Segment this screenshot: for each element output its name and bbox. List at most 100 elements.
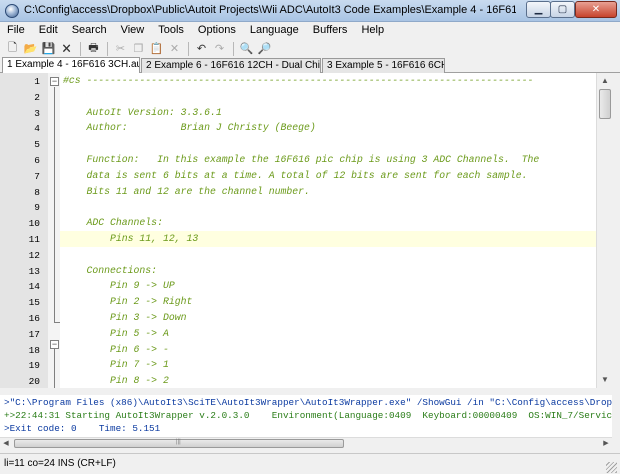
scroll-thumb[interactable] <box>599 89 611 119</box>
toolbar: 🗋 📂 💾 🗙 🖶 ✂ ❐ 📋 ✕ ↶ ↷ 🔍 🔎 <box>0 40 620 57</box>
print-icon[interactable]: 🖶 <box>85 41 102 57</box>
line-number: 16 <box>28 313 40 324</box>
menu-buffers[interactable]: Buffers <box>306 22 355 40</box>
menu-tools[interactable]: Tools <box>151 22 191 40</box>
maximize-icon: ▢ <box>557 4 568 15</box>
line-number: 10 <box>28 218 40 230</box>
code-line: 2 <box>0 90 612 106</box>
paste-icon[interactable]: 📋 <box>148 41 165 57</box>
toolbar-separator <box>233 41 234 56</box>
code-line: 4 Author: Brian J Christy (Beege) <box>0 121 612 137</box>
line-number: 5 <box>34 139 40 151</box>
line-number: 19 <box>28 360 40 372</box>
code-text: Pin 2 -> Right <box>63 296 193 308</box>
line-number: 1 <box>34 76 40 87</box>
menu-language[interactable]: Language <box>243 22 306 40</box>
menu-file[interactable]: File <box>0 22 32 40</box>
tab-example-6[interactable]: 2 Example 6 - 16F616 12CH - Dual Chips.a… <box>141 58 321 73</box>
toolbar-separator <box>188 41 189 56</box>
resize-grip-icon[interactable] <box>606 462 617 473</box>
code-line: 8 Bits 11 and 12 are the channel number. <box>0 185 612 201</box>
code-line: 1 #cs ----------------------------------… <box>0 74 612 90</box>
line-number: 17 <box>28 328 40 340</box>
menu-edit[interactable]: Edit <box>32 22 65 40</box>
line-number: 3 <box>34 107 40 119</box>
find-icon[interactable]: 🔍 <box>238 41 255 57</box>
copy-icon[interactable]: ❐ <box>130 41 147 57</box>
code-line: 9 <box>0 200 612 216</box>
undo-icon[interactable]: ↶ <box>193 41 210 57</box>
menu-help[interactable]: Help <box>354 22 391 40</box>
line-number: 18 <box>28 344 40 356</box>
scroll-right-icon[interactable]: ▶ <box>600 438 612 449</box>
tab-example-4[interactable]: 1 Example 4 - 16F616 3CH.au3 * <box>2 57 140 74</box>
code-text: data is sent 6 bits at a time. A total o… <box>63 169 528 181</box>
scroll-up-icon[interactable]: ▲ <box>597 73 613 89</box>
scroll-left-icon[interactable]: ◀ <box>0 438 12 449</box>
menu-search[interactable]: Search <box>65 22 114 40</box>
toolbar-separator <box>80 41 81 56</box>
save-icon[interactable]: 💾 <box>40 41 57 57</box>
title-bar[interactable]: C:\Config\access\Dropbox\Public\Autoit P… <box>0 0 620 22</box>
toolbar-separator <box>107 41 108 56</box>
status-bar: li=11 co=24 INS (CR+LF) <box>0 453 620 474</box>
code-line: 16 Pin 3 -> Down <box>0 311 612 327</box>
menu-view[interactable]: View <box>114 22 152 40</box>
redo-icon[interactable]: ↷ <box>211 41 228 57</box>
status-text: li=11 co=24 INS (CR+LF) <box>4 458 116 469</box>
code-line: 3 AutoIt Version: 3.3.6.1 <box>0 106 612 122</box>
code-text: ADC Channels: <box>63 217 163 229</box>
buffer-tabs: 1 Example 4 - 16F616 3CH.au3 * 2 Example… <box>0 57 620 74</box>
close-file-icon[interactable]: 🗙 <box>58 41 75 57</box>
maximize-button[interactable]: ▢ <box>550 1 575 18</box>
code-line: 7 data is sent 6 bits at a time. A total… <box>0 169 612 185</box>
code-text: Pin 5 -> A <box>63 327 169 339</box>
new-file-icon[interactable]: 🗋 <box>4 41 21 57</box>
output-splitter[interactable] <box>0 388 612 395</box>
line-number: 13 <box>28 265 40 277</box>
code-line: 12 <box>0 248 612 264</box>
line-number: 4 <box>34 123 40 135</box>
code-line: 6 Function: In this example the 16F616 p… <box>0 153 612 169</box>
code-line: 20 Pin 8 -> 2 <box>0 374 612 388</box>
code-editor[interactable]: − − 1 #cs ------------------------------… <box>0 73 612 388</box>
minimize-icon: ▁ <box>534 4 543 15</box>
scroll-down-icon[interactable]: ▼ <box>597 372 613 388</box>
code-text: Connections: <box>63 264 158 276</box>
code-line: 14 Pin 9 -> UP <box>0 279 612 295</box>
code-text: #cs ------------------------------------… <box>63 75 534 86</box>
editor-vertical-scrollbar[interactable]: ▲ ▼ <box>596 73 612 388</box>
menu-bar: File Edit Search View Tools Options Lang… <box>0 22 620 40</box>
output-pane[interactable]: >"C:\Program Files (x86)\AutoIt3\SciTE\A… <box>0 395 612 437</box>
code-line: 19 Pin 7 -> 1 <box>0 358 612 374</box>
line-number: 11 <box>28 234 40 245</box>
close-button[interactable]: ✕ <box>575 1 617 18</box>
code-line: 15 Pin 2 -> Right <box>0 295 612 311</box>
cut-icon[interactable]: ✂ <box>112 41 129 57</box>
code-line-current: 11 Pins 11, 12, 13 <box>0 232 612 248</box>
open-folder-icon[interactable]: 📂 <box>22 41 39 57</box>
line-number: 6 <box>34 155 40 166</box>
code-text: Author: Brian J Christy (Beege) <box>63 122 316 134</box>
replace-icon[interactable]: 🔎 <box>256 41 273 57</box>
tab-example-5[interactable]: 3 Example 5 - 16F616 6CH.au3 <box>322 58 445 73</box>
delete-icon[interactable]: ✕ <box>166 41 183 57</box>
line-number: 12 <box>28 249 40 261</box>
scite-window: C:\Config\access\Dropbox\Public\Autoit P… <box>0 0 620 474</box>
window-frame-edge <box>612 73 620 448</box>
close-icon: ✕ <box>591 4 601 15</box>
line-number: 14 <box>28 281 40 293</box>
code-text: Pin 8 -> 2 <box>63 375 169 387</box>
scite-app-icon[interactable] <box>5 4 19 18</box>
minimize-button[interactable]: ▁ <box>526 1 551 18</box>
menu-options[interactable]: Options <box>191 22 243 40</box>
code-text: Pin 9 -> UP <box>63 280 175 292</box>
code-text: Pin 7 -> 1 <box>63 359 169 371</box>
line-number: 7 <box>34 170 40 182</box>
code-text: AutoIt Version: 3.3.6.1 <box>63 106 222 118</box>
output-horizontal-scrollbar[interactable]: ◀ ||| ▶ <box>0 437 612 448</box>
line-number: 8 <box>34 186 40 198</box>
output-line: +>22:44:31 Starting AutoIt3Wrapper v.2.0… <box>4 410 612 421</box>
window-title: C:\Config\access\Dropbox\Public\Autoit P… <box>24 4 516 16</box>
code-line: 17 Pin 5 -> A <box>0 327 612 343</box>
